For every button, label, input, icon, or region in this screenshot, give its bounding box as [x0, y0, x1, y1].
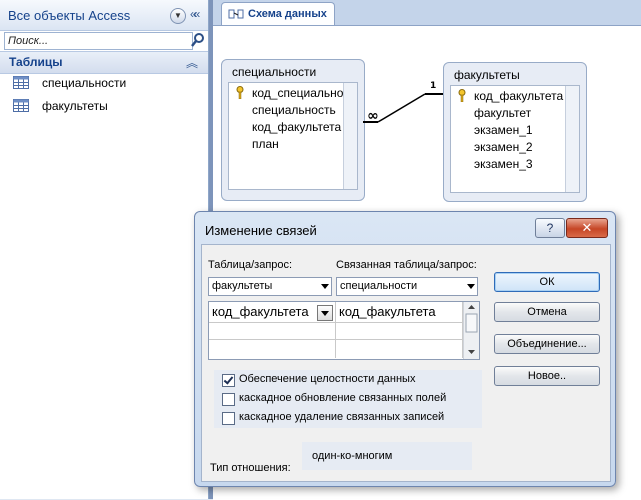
related-table-value: специальности	[340, 280, 418, 292]
field-list[interactable]: код_факультета факультет экзамен_1 экзам…	[450, 85, 580, 193]
table-icon	[13, 76, 29, 89]
chevron-down-icon[interactable]	[321, 284, 329, 289]
nav-item-label: факультеты	[42, 99, 108, 113]
nav-group-tables[interactable]: Таблицы ︽	[0, 51, 208, 74]
help-button[interactable]: ?	[535, 218, 565, 238]
tab-relationships[interactable]: Схема данных	[221, 2, 335, 26]
checkbox-label: каскадное обновление связанных полей	[239, 392, 447, 404]
edit-relationships-dialog: Изменение связей ? ✕ Таблица/запрос: Свя…	[194, 211, 616, 487]
nav-group-label: Таблицы	[9, 55, 63, 69]
grid-cell-right[interactable]: код_факультета	[336, 302, 463, 323]
field-name: экзамен_3	[474, 157, 533, 171]
checkbox-unchecked[interactable]	[222, 393, 235, 406]
scrollbar-arrows	[465, 305, 478, 354]
chevron-up-icon[interactable]: ︽	[186, 54, 198, 71]
grid-cell-empty[interactable]	[336, 340, 463, 358]
nav-search-input[interactable]: Поиск...	[4, 32, 193, 50]
table-icon	[13, 99, 29, 112]
checkbox-unchecked[interactable]	[222, 412, 235, 425]
field-name: экзамен_1	[474, 123, 533, 137]
table-query-value: факультеты	[212, 280, 273, 292]
relation-type-value-box: один-ко-многим	[302, 442, 472, 470]
nav-item-specialnosti[interactable]: специальности	[0, 73, 206, 93]
primary-key-icon	[458, 89, 466, 102]
nav-title[interactable]: Все объекты Access	[8, 8, 130, 23]
field-list[interactable]: код_специальности специальность код_факу…	[228, 82, 358, 190]
field-name: код_факультета	[474, 89, 564, 103]
grid-cell-empty[interactable]	[209, 323, 336, 340]
ok-button[interactable]: ОК	[494, 272, 600, 292]
document-tab-strip: Схема данных	[213, 0, 641, 26]
field-list-scrollbar[interactable]	[565, 86, 579, 192]
cancel-button[interactable]: Отмена	[494, 302, 600, 322]
grid-cell-empty[interactable]	[336, 323, 463, 340]
table-box-title: факультеты	[454, 68, 520, 82]
field-mapping-grid[interactable]: код_факультета код_факультета	[208, 301, 480, 360]
table-box-fakultety[interactable]: факультеты код_факультета факультет экза…	[443, 62, 587, 202]
table-box-specialnosti[interactable]: специальности код_специальности специаль…	[221, 59, 365, 201]
nav-menu-dropdown-icon[interactable]: ▼	[170, 8, 186, 24]
dialog-title: Изменение связей	[205, 223, 317, 238]
field-list-scrollbar[interactable]	[343, 83, 357, 189]
grid-cell-empty[interactable]	[209, 340, 336, 358]
nav-header: Все объекты Access ▼ ««	[0, 0, 208, 31]
grid-cell-left[interactable]: код_факультета	[209, 302, 336, 323]
field-name: код_факультета	[252, 120, 342, 134]
chevron-down-icon[interactable]	[317, 305, 333, 321]
nav-item-fakultety[interactable]: факультеты	[0, 96, 206, 116]
navigation-pane: Все объекты Access ▼ «« Поиск... Таблицы…	[0, 0, 209, 499]
join-type-button[interactable]: Объединение...	[494, 334, 600, 354]
relationships-icon	[228, 9, 244, 19]
nav-item-label: специальности	[42, 76, 127, 90]
field-name: экзамен_2	[474, 140, 533, 154]
primary-key-icon	[236, 86, 244, 99]
grid-scrollbar[interactable]	[463, 302, 479, 359]
related-table-label: Связанная таблица/запрос:	[336, 259, 477, 271]
table-query-label: Таблица/запрос:	[208, 259, 293, 271]
relation-type-value: один-ко-многим	[312, 450, 393, 462]
create-new-button[interactable]: Новое..	[494, 366, 600, 386]
many-label: ∞	[367, 108, 379, 124]
table-query-select[interactable]: факультеты	[208, 277, 332, 296]
nav-collapse-icon[interactable]: ««	[190, 7, 201, 21]
search-icon[interactable]	[190, 32, 206, 49]
related-table-select[interactable]: специальности	[336, 277, 478, 296]
checkbox-label: каскадное удаление связанных записей	[239, 411, 445, 423]
table-box-title: специальности	[232, 65, 317, 79]
tab-label: Схема данных	[248, 8, 327, 20]
dialog-body: Таблица/запрос: Связанная таблица/запрос…	[201, 244, 611, 482]
field-name: план	[252, 137, 279, 151]
relation-type-label: Тип отношения:	[210, 462, 291, 474]
field-item[interactable]: код_специальности	[229, 85, 357, 102]
chevron-down-icon[interactable]	[467, 284, 475, 289]
checkbox-label: Обеспечение целостности данных	[239, 373, 416, 385]
field-name: специальность	[252, 103, 336, 117]
field-name: факультет	[474, 106, 532, 120]
checkbox-checked[interactable]	[222, 374, 235, 387]
grid-cell-value: код_факультета	[339, 304, 436, 319]
close-button[interactable]: ✕	[566, 218, 608, 238]
one-label: 1	[430, 81, 436, 91]
grid-cell-value: код_факультета	[212, 304, 309, 319]
integrity-options: Обеспечение целостности данных каскадное…	[214, 370, 482, 428]
